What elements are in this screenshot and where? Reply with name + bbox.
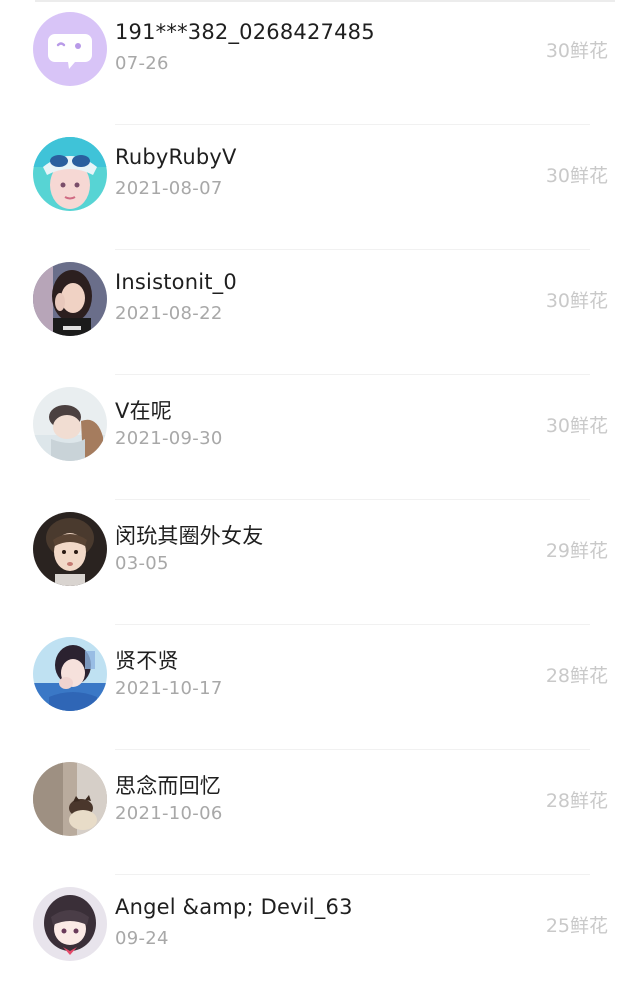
flower-count: 30鲜花: [545, 415, 608, 437]
girl-photo-avatar[interactable]: [33, 262, 107, 336]
cat-photo-avatar[interactable]: [33, 762, 107, 836]
gift-date: 2021-08-22: [115, 303, 223, 324]
list-item[interactable]: 贤不贤 2021-10-17 28鲜花: [0, 625, 640, 750]
flower-count: 28鲜花: [545, 790, 608, 812]
user-name: V在呢: [115, 399, 172, 423]
list-item[interactable]: Insistonit_0 2021-08-22 30鲜花: [0, 250, 640, 375]
flower-ranking-list: 191***382_0268427485 07-26 30鲜花 RubyRuby…: [0, 0, 640, 1000]
user-name: RubyRubyV: [115, 145, 237, 169]
gift-date: 2021-08-07: [115, 178, 223, 199]
flower-count: 30鲜花: [545, 290, 608, 312]
gift-date: 2021-09-30: [115, 428, 223, 449]
gift-date: 09-24: [115, 928, 169, 949]
flower-count: 30鲜花: [545, 165, 608, 187]
list-item[interactable]: RubyRubyV 2021-08-07 30鲜花: [0, 125, 640, 250]
sleeping-boy-avatar[interactable]: [33, 387, 107, 461]
boy-portrait-avatar[interactable]: [33, 512, 107, 586]
list-item[interactable]: Angel &amp; Devil_63 09-24 25鲜花: [0, 875, 640, 1000]
list-item[interactable]: 闵玧其圈外女友 03-05 29鲜花: [0, 500, 640, 625]
user-name: 191***382_0268427485: [115, 20, 375, 44]
gift-date: 2021-10-17: [115, 678, 223, 699]
user-name: 闵玧其圈外女友: [115, 524, 264, 548]
gift-date: 03-05: [115, 553, 169, 574]
chat-bubble-avatar[interactable]: [33, 12, 107, 86]
flower-count: 28鲜花: [545, 665, 608, 687]
list-item[interactable]: 思念而回忆 2021-10-06 28鲜花: [0, 750, 640, 875]
girl-blue-avatar[interactable]: [33, 637, 107, 711]
user-name: Insistonit_0: [115, 270, 237, 294]
list-item[interactable]: V在呢 2021-09-30 30鲜花: [0, 375, 640, 500]
anime-boy-avatar[interactable]: [33, 137, 107, 211]
user-name: Angel &amp; Devil_63: [115, 895, 353, 919]
gift-date: 07-26: [115, 53, 169, 74]
flower-count: 30鲜花: [545, 40, 608, 62]
list-item[interactable]: 191***382_0268427485 07-26 30鲜花: [0, 0, 640, 125]
user-name: 思念而回忆: [115, 774, 221, 798]
gift-date: 2021-10-06: [115, 803, 223, 824]
anime-girl-avatar[interactable]: [33, 887, 107, 961]
flower-count: 25鲜花: [545, 915, 608, 937]
user-name: 贤不贤: [115, 649, 179, 673]
flower-count: 29鲜花: [545, 540, 608, 562]
